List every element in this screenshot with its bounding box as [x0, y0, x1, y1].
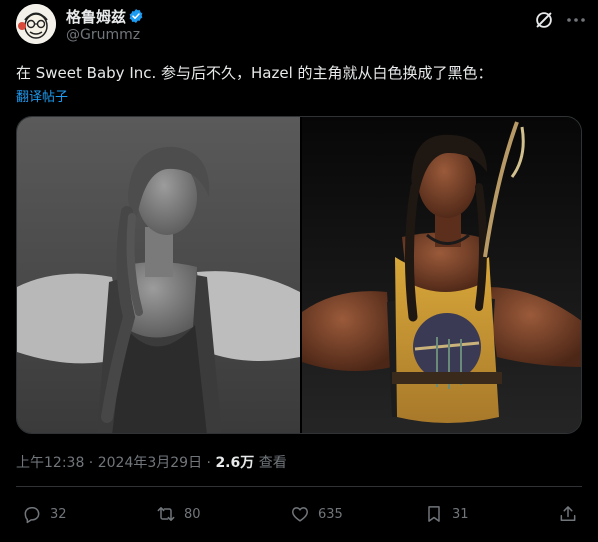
translate-post-link[interactable]: 翻译帖子 — [16, 86, 68, 105]
grok-icon[interactable] — [533, 9, 555, 31]
reply-count: 32 — [50, 506, 67, 522]
views-count[interactable]: 2.6万 — [215, 455, 254, 471]
tweet-meta: 上午12:38 · 2024年3月29日 · 2.6万 查看 — [16, 452, 287, 472]
tweet-media[interactable] — [16, 116, 582, 434]
display-name[interactable]: 格鲁姆兹 — [66, 6, 126, 27]
views-label[interactable]: 查看 — [254, 455, 287, 471]
author-handle[interactable]: @Grummz — [66, 27, 140, 43]
media-image — [17, 117, 581, 433]
meta-separator: · — [84, 455, 98, 471]
avatar-image — [16, 4, 56, 44]
tweet-time[interactable]: 上午12:38 — [16, 455, 84, 471]
share-icon — [560, 506, 576, 521]
action-bar: 32 80 635 31 — [16, 500, 582, 528]
share-button[interactable] — [558, 500, 586, 528]
repost-button[interactable]: 80 — [156, 500, 201, 528]
bookmark-count: 31 — [452, 506, 469, 522]
tweet-text: 在 Sweet Baby Inc. 参与后不久，Hazel 的主角就从白色换成了… — [16, 64, 493, 82]
reply-button[interactable]: 32 — [22, 500, 67, 528]
bookmark-icon — [428, 506, 440, 522]
like-count: 635 — [318, 506, 343, 522]
meta-separator: · — [202, 455, 216, 471]
tweet-date[interactable]: 2024年3月29日 — [98, 455, 202, 471]
like-button[interactable]: 635 — [290, 500, 343, 528]
repost-icon — [157, 507, 175, 521]
repost-count: 80 — [184, 506, 201, 522]
reply-icon — [24, 507, 40, 524]
avatar[interactable] — [16, 4, 56, 44]
tweet: 格鲁姆兹 @Grummz 在 Sweet Baby Inc. 参与后不久，Haz… — [0, 0, 598, 542]
divider — [16, 486, 582, 487]
heart-icon — [292, 507, 308, 522]
bookmark-button[interactable]: 31 — [424, 500, 469, 528]
more-icon[interactable] — [564, 9, 588, 31]
verified-badge-icon — [129, 9, 143, 23]
